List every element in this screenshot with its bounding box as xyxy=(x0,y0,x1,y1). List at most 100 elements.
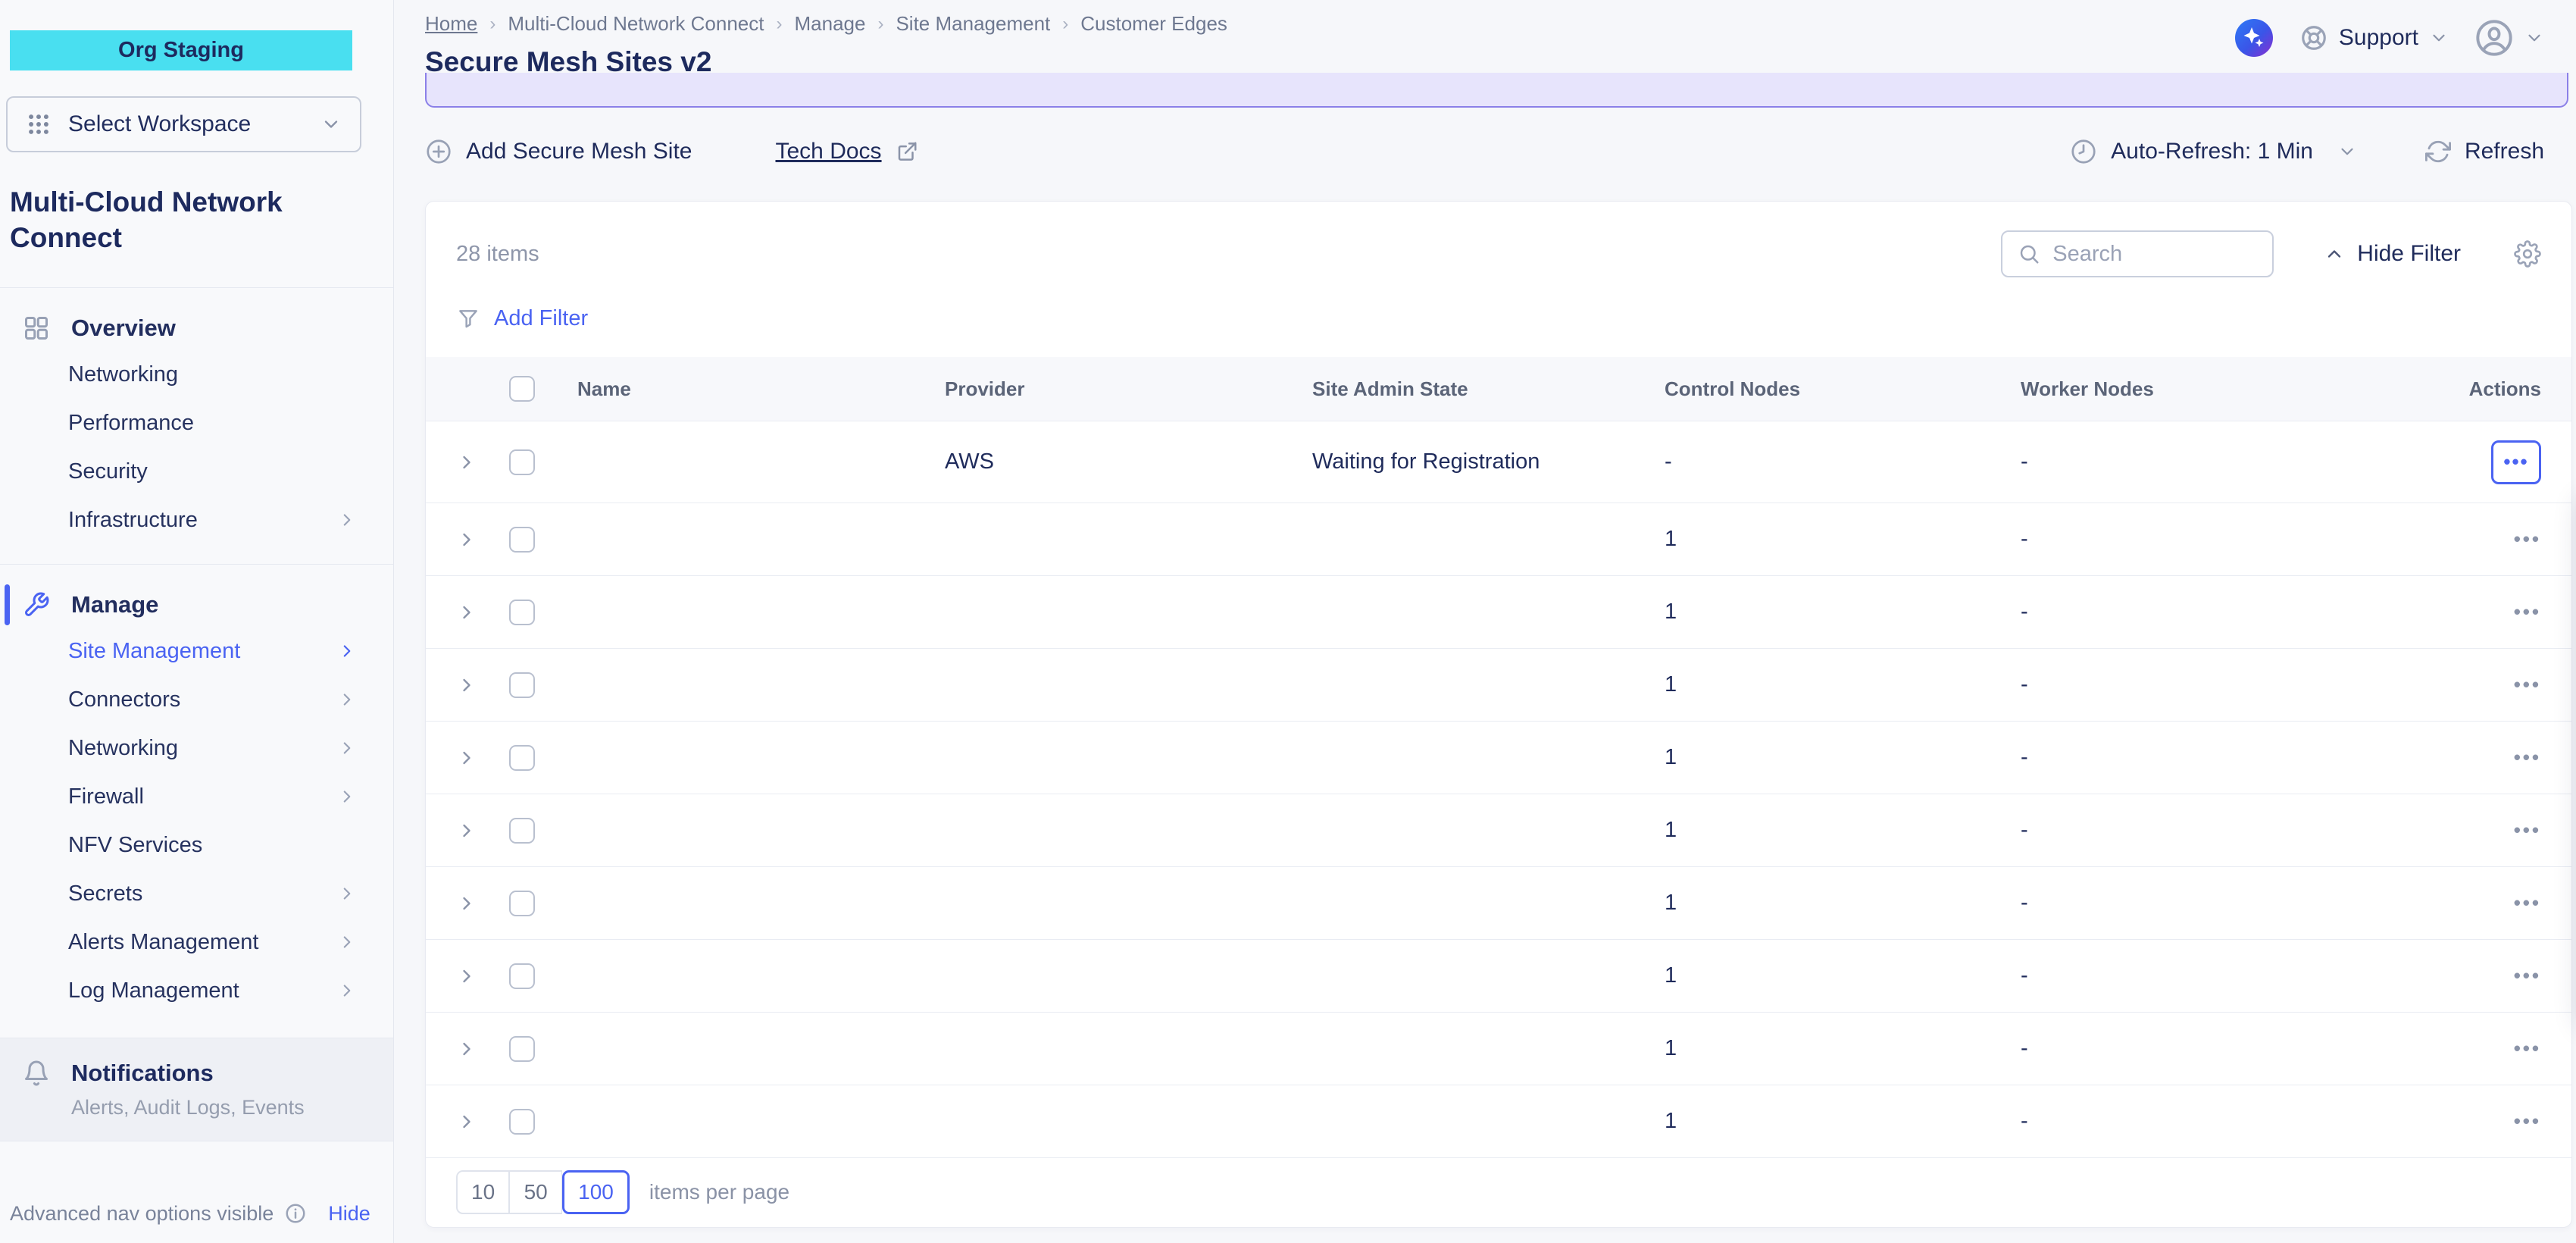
cell-worker-nodes: - xyxy=(2021,818,2365,843)
support-label: Support xyxy=(2339,25,2418,51)
row-checkbox[interactable] xyxy=(509,891,535,916)
row-actions-button[interactable]: ••• xyxy=(2514,746,2541,769)
page-size-10[interactable]: 10 xyxy=(456,1170,509,1214)
hide-filter-toggle[interactable]: Hide Filter xyxy=(2324,241,2461,267)
support-menu[interactable]: Support xyxy=(2299,23,2449,52)
breadcrumb-manage[interactable]: Manage xyxy=(795,12,866,36)
row-actions-button[interactable]: ••• xyxy=(2514,1110,2541,1132)
breadcrumb-mcn-connect[interactable]: Multi-Cloud Network Connect xyxy=(508,12,764,36)
table-row: 1 - ••• xyxy=(426,576,2571,649)
row-actions-button[interactable]: ••• xyxy=(2514,891,2541,914)
cell-control-nodes: - xyxy=(1665,449,2021,474)
table-row: AWS Waiting for Registration - - ••• xyxy=(426,421,2571,503)
sidebar-item-nfv-services[interactable]: NFV Services xyxy=(0,821,393,869)
tech-docs-link[interactable]: Tech Docs xyxy=(776,139,918,164)
sidebar-item-performance[interactable]: Performance xyxy=(0,399,393,447)
sidebar-item-networking-manage[interactable]: Networking xyxy=(0,724,393,772)
breadcrumb-home[interactable]: Home xyxy=(425,12,477,36)
sidebar-item-alerts-management[interactable]: Alerts Management xyxy=(0,918,393,966)
chevron-up-icon xyxy=(2324,243,2345,265)
row-expander-icon[interactable] xyxy=(456,675,509,696)
search-box[interactable] xyxy=(2001,230,2274,277)
page-size-100[interactable]: 100 xyxy=(562,1170,630,1214)
hide-nav-link[interactable]: Hide xyxy=(328,1202,370,1226)
select-all-checkbox[interactable] xyxy=(509,376,535,402)
row-expander-icon[interactable] xyxy=(456,529,509,550)
sidebar-item-infrastructure[interactable]: Infrastructure xyxy=(0,496,393,544)
chevron-right-icon xyxy=(337,690,357,709)
row-expander-icon[interactable] xyxy=(456,893,509,914)
cell-worker-nodes: - xyxy=(2021,449,2365,474)
row-checkbox[interactable] xyxy=(509,449,535,475)
row-actions-button[interactable]: ••• xyxy=(2514,1037,2541,1060)
main-area: Home › Multi-Cloud Network Connect › Man… xyxy=(395,0,2576,1243)
row-actions-button[interactable]: ••• xyxy=(2514,673,2541,696)
app-title: Multi-Cloud Network Connect xyxy=(10,184,351,255)
row-expander-icon[interactable] xyxy=(456,820,509,841)
sidebar-section-notifications[interactable]: Notifications Alerts, Audit Logs, Events xyxy=(0,1038,393,1141)
col-site-admin-state: Site Admin State xyxy=(1312,377,1665,401)
refresh-icon xyxy=(2425,139,2451,164)
add-filter-button[interactable]: Add Filter xyxy=(456,306,2571,331)
wrench-icon xyxy=(23,591,50,618)
sidebar-item-label: Site Management xyxy=(68,639,240,664)
cell-control-nodes: 1 xyxy=(1665,745,2021,770)
row-expander-icon[interactable] xyxy=(456,602,509,623)
sidebar-section-manage[interactable]: Manage xyxy=(0,583,393,627)
row-checkbox[interactable] xyxy=(509,1036,535,1062)
row-expander-icon[interactable] xyxy=(456,747,509,769)
row-checkbox[interactable] xyxy=(509,527,535,553)
row-expander-icon[interactable] xyxy=(456,966,509,987)
ai-assistant-icon[interactable] xyxy=(2234,18,2274,58)
page-size-50[interactable]: 50 xyxy=(509,1170,562,1214)
row-checkbox[interactable] xyxy=(509,672,535,698)
cell-control-nodes: 1 xyxy=(1665,1036,2021,1061)
items-count: 28 items xyxy=(456,242,539,267)
search-input[interactable] xyxy=(2052,242,2257,267)
row-actions-button[interactable]: ••• xyxy=(2514,600,2541,623)
row-expander-icon[interactable] xyxy=(456,1111,509,1132)
sidebar-item-label: Alerts Management xyxy=(68,930,258,955)
sidebar-item-label: Networking xyxy=(68,736,178,761)
row-checkbox[interactable] xyxy=(509,600,535,625)
chevron-right-icon xyxy=(337,787,357,806)
cell-control-nodes: 1 xyxy=(1665,672,2021,697)
funnel-icon xyxy=(456,307,480,331)
row-actions-button-active[interactable]: ••• xyxy=(2491,440,2541,484)
add-secure-mesh-site-button[interactable]: Add Secure Mesh Site xyxy=(425,138,692,165)
table-row: 1 - ••• xyxy=(426,867,2571,940)
breadcrumb-separator: › xyxy=(777,14,783,35)
row-expander-icon[interactable] xyxy=(456,452,509,473)
sidebar-item-networking[interactable]: Networking xyxy=(0,350,393,399)
sidebar-section-overview[interactable]: Overview xyxy=(0,306,393,350)
user-menu[interactable] xyxy=(2474,18,2544,58)
info-icon xyxy=(284,1202,307,1225)
gear-icon[interactable] xyxy=(2514,240,2541,268)
workspace-selector[interactable]: Select Workspace xyxy=(6,96,361,152)
org-button[interactable]: Org Staging xyxy=(10,30,352,70)
row-checkbox[interactable] xyxy=(509,963,535,989)
breadcrumb-separator: › xyxy=(489,14,496,35)
refresh-button[interactable]: Refresh xyxy=(2425,139,2544,164)
sidebar-item-security[interactable]: Security xyxy=(0,447,393,496)
sidebar-item-connectors[interactable]: Connectors xyxy=(0,675,393,724)
sidebar-item-site-management[interactable]: Site Management xyxy=(0,627,393,675)
workspace-selector-label: Select Workspace xyxy=(68,111,251,137)
row-expander-icon[interactable] xyxy=(456,1038,509,1060)
row-checkbox[interactable] xyxy=(509,818,535,844)
breadcrumb-customer-edges[interactable]: Customer Edges xyxy=(1080,12,1227,36)
row-checkbox[interactable] xyxy=(509,745,535,771)
row-checkbox[interactable] xyxy=(509,1109,535,1135)
auto-refresh-dropdown[interactable]: Auto-Refresh: 1 Min xyxy=(2070,138,2357,165)
row-actions-button[interactable]: ••• xyxy=(2514,528,2541,550)
breadcrumb-site-management[interactable]: Site Management xyxy=(896,12,1050,36)
tech-docs-label: Tech Docs xyxy=(776,139,882,164)
sidebar-item-log-management[interactable]: Log Management xyxy=(0,966,393,1015)
row-actions-button[interactable]: ••• xyxy=(2514,964,2541,987)
sidebar-item-firewall[interactable]: Firewall xyxy=(0,772,393,821)
chevron-right-icon xyxy=(337,932,357,952)
sidebar: Org Staging Select Workspace Multi-Cloud… xyxy=(0,0,394,1243)
sidebar-item-secrets[interactable]: Secrets xyxy=(0,869,393,918)
row-actions-button[interactable]: ••• xyxy=(2514,819,2541,841)
add-button-label: Add Secure Mesh Site xyxy=(466,139,692,164)
